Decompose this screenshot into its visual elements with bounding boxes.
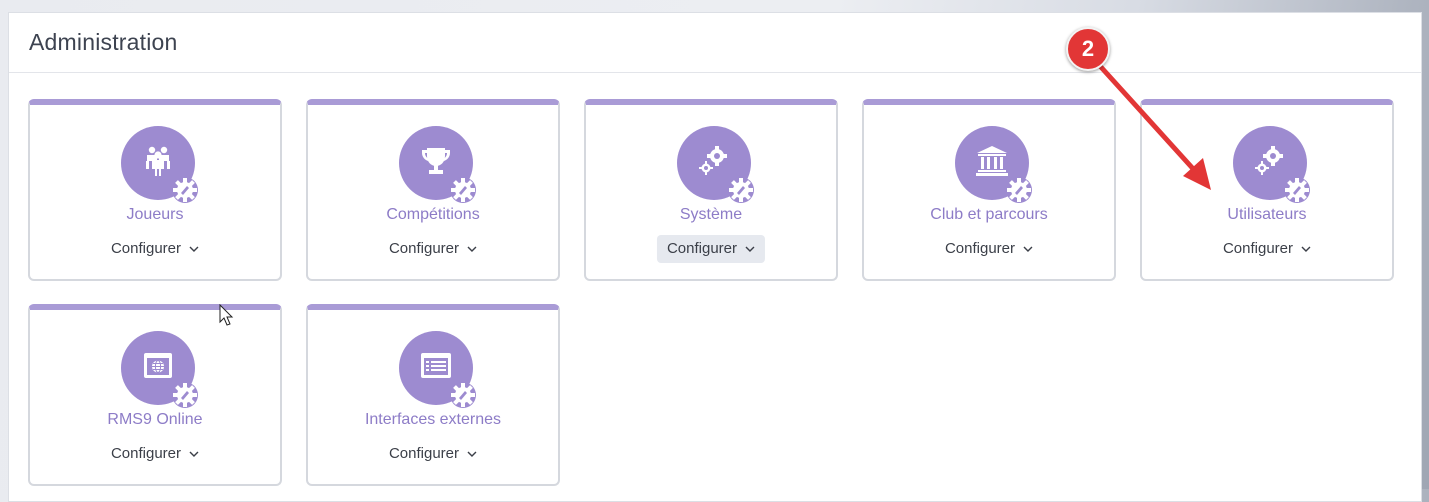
card-icon-circle bbox=[399, 331, 476, 408]
card-label: Club et parcours bbox=[930, 206, 1048, 223]
configure-label: Configurer bbox=[666, 240, 738, 257]
card-label: RMS9 Online bbox=[107, 411, 203, 428]
configure-label: Configurer bbox=[944, 240, 1016, 257]
gear-icon bbox=[172, 177, 198, 203]
gear-icon bbox=[450, 382, 476, 408]
configure-dropdown-button[interactable]: Configurer bbox=[1213, 235, 1321, 263]
card-icon-circle bbox=[399, 126, 476, 203]
gear-icon bbox=[172, 382, 198, 408]
card-club-et-parcours[interactable]: Club et parcours Configurer bbox=[862, 99, 1116, 281]
configure-dropdown-button[interactable]: Configurer bbox=[101, 235, 209, 263]
configure-dropdown-button[interactable]: Configurer bbox=[379, 440, 487, 468]
mouse-cursor-icon bbox=[219, 304, 234, 326]
card-icon-circle bbox=[121, 331, 198, 408]
card-icon-circle bbox=[677, 126, 754, 203]
chevron-down-icon bbox=[745, 246, 755, 253]
gear-icon bbox=[450, 177, 476, 203]
gears-icon bbox=[1255, 146, 1283, 175]
chevron-down-icon bbox=[189, 246, 199, 253]
gear-icon bbox=[728, 177, 754, 203]
page-title: Administration bbox=[29, 29, 178, 55]
configure-label: Configurer bbox=[1222, 240, 1294, 257]
chevron-down-icon bbox=[467, 451, 477, 458]
card-label: Utilisateurs bbox=[1227, 206, 1307, 223]
trophy-icon bbox=[422, 148, 450, 174]
annotation-badge: 2 bbox=[1066, 27, 1110, 71]
chevron-down-icon bbox=[1301, 246, 1311, 253]
card-joueurs[interactable]: Joueurs Configurer bbox=[28, 99, 282, 281]
configure-label: Configurer bbox=[110, 240, 182, 257]
building-icon bbox=[976, 146, 1008, 176]
card-rms9-online[interactable]: RMS9 Online Configurer bbox=[28, 304, 282, 486]
list-window-icon bbox=[421, 353, 451, 378]
card-label: Système bbox=[679, 206, 743, 223]
configure-dropdown-button[interactable]: Configurer bbox=[101, 440, 209, 468]
card-interfaces-externes[interactable]: Interfaces externes Configurer bbox=[306, 304, 560, 486]
gears-icon bbox=[699, 146, 727, 175]
chevron-down-icon bbox=[1023, 246, 1033, 253]
card-label: Interfaces externes bbox=[364, 411, 502, 428]
card-systeme[interactable]: Système Configurer bbox=[584, 99, 838, 281]
players-icon bbox=[146, 146, 170, 176]
configure-label: Configurer bbox=[388, 445, 460, 462]
configure-label: Configurer bbox=[388, 240, 460, 257]
globe-window-icon bbox=[144, 353, 172, 378]
card-icon-circle bbox=[1233, 126, 1310, 203]
card-label: Compétitions bbox=[386, 206, 480, 223]
configure-label: Configurer bbox=[110, 445, 182, 462]
card-label: Joueurs bbox=[126, 206, 184, 223]
chevron-down-icon bbox=[189, 451, 199, 458]
card-icon-circle bbox=[121, 126, 198, 203]
configure-dropdown-button[interactable]: Configurer bbox=[379, 235, 487, 263]
configure-dropdown-button[interactable]: Configurer bbox=[935, 235, 1043, 263]
administration-panel: Administration Joueurs Configurer Compét… bbox=[8, 12, 1422, 502]
card-competitions[interactable]: Compétitions Configurer bbox=[306, 99, 560, 281]
gear-icon bbox=[1284, 177, 1310, 203]
panel-header: Administration bbox=[9, 13, 1421, 73]
chevron-down-icon bbox=[467, 246, 477, 253]
card-utilisateurs[interactable]: Utilisateurs Configurer bbox=[1140, 99, 1394, 281]
configure-dropdown-button[interactable]: Configurer bbox=[656, 235, 766, 263]
gear-icon bbox=[1006, 177, 1032, 203]
card-icon-circle bbox=[955, 126, 1032, 203]
